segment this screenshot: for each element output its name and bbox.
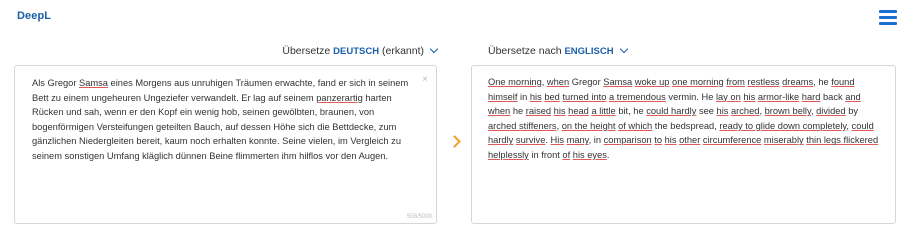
translation-alternative[interactable]: armor-like [758,92,799,102]
translation-segment: back [820,91,846,102]
translation-alternative[interactable]: arched stiffeners [488,121,557,131]
translation-alternative[interactable]: other [679,135,700,145]
translation-alternative[interactable]: his [665,135,677,145]
source-language-name: DEUTSCH [333,46,380,57]
hamburger-menu-icon[interactable] [879,10,897,25]
translation-segment: , in [588,135,604,146]
translation-alternative[interactable]: to [654,135,662,145]
translation-alternative[interactable]: dreams [782,77,813,87]
translation-alternative[interactable]: head [568,106,589,116]
translation-alternative[interactable]: a tremendous [609,92,666,102]
deepl-logo[interactable]: DeepL [17,10,51,22]
source-textarea[interactable]: Als Gregor Samsa eines Morgens aus unruh… [32,76,416,164]
translation-alternative[interactable]: miserably [764,135,804,145]
target-language-prefix: Übersetze nach [488,45,565,57]
source-text-segment[interactable]: panzerartig [316,93,363,103]
translation-alternative[interactable]: arched [731,106,759,116]
translation-segment: the bedspread, [652,120,720,131]
translation-alternative[interactable]: raised [526,106,551,116]
translation-alternative[interactable]: his [530,92,542,102]
clear-text-icon[interactable]: × [422,74,428,85]
translation-alternative[interactable]: his [554,106,566,116]
translation-alternative[interactable]: brown belly [765,106,811,116]
translation-segment: bit, he [615,106,647,117]
translation-segment: Gregor [569,77,604,87]
translation-alternative[interactable]: woke up [635,77,670,87]
translation-alternative[interactable]: ready to glide down completely [719,121,846,131]
translation-segment: , he [813,77,832,87]
translation-alternative[interactable]: of which [618,121,652,131]
translation-segment: vermin. He [665,91,716,102]
translation-alternative[interactable]: a little [591,106,615,116]
source-text-panel[interactable]: Als Gregor Samsa eines Morgens aus unruh… [14,65,437,224]
chevron-right-icon [448,135,461,148]
translation-alternative[interactable]: lay on [716,92,741,102]
source-language-selector[interactable]: Übersetze DEUTSCH (erkannt) [282,44,439,57]
translation-alternative[interactable]: One morning [488,77,542,87]
translation-alternative[interactable]: survive [516,135,545,145]
source-text-segment[interactable]: Samsa [79,78,108,88]
translation-segment: he [510,106,526,117]
source-language-suffix: (erkannt) [379,45,424,57]
target-text-panel: One morning, when Gregor Samsa woke up o… [471,65,896,224]
translation-alternative[interactable]: hard [802,92,821,102]
translation-alternative[interactable]: Samsa [603,77,632,87]
chevron-down-icon [619,44,628,54]
target-language-selector[interactable]: Übersetze nach ENGLISCH [488,44,628,57]
translation-alternative[interactable]: helplessly [488,150,529,160]
translation-alternative[interactable]: bed [544,92,560,102]
translation-segment: see [696,106,717,117]
chevron-down-icon [429,44,439,54]
translation-segment: . [606,149,610,160]
translation-alternative[interactable]: his eyes [573,150,607,160]
translation-alternative[interactable]: turned into [562,92,606,102]
translation-output: One morning, when Gregor Samsa woke up o… [488,75,879,163]
character-counter: 508/5000 [406,214,432,220]
translation-alternative[interactable]: His [551,135,564,145]
source-language-prefix: Übersetze [282,45,334,57]
translation-alternative[interactable]: comparison [604,135,652,145]
translation-alternative[interactable]: divided [816,106,845,116]
translation-alternative[interactable]: when [547,77,569,87]
translation-alternative[interactable]: one morning [672,77,724,87]
translation-alternative[interactable]: his [717,106,729,116]
translation-alternative[interactable]: many [567,135,589,145]
translation-alternative[interactable]: circumference [703,135,761,145]
translation-alternative[interactable]: his [743,92,755,102]
translation-alternative[interactable]: restless [748,77,780,87]
translation-alternative[interactable]: thin legs flickered [806,135,878,145]
target-language-name: ENGLISCH [564,46,614,57]
source-text-segment: Als Gregor [32,78,80,88]
translation-alternative[interactable]: from [726,77,745,87]
translation-segment: in front [528,149,563,160]
translation-alternative[interactable]: on the height [562,121,616,131]
translation-alternative[interactable]: could hardly [646,106,696,116]
translation-segment: in [517,91,530,102]
translation-segment: by [845,106,859,117]
